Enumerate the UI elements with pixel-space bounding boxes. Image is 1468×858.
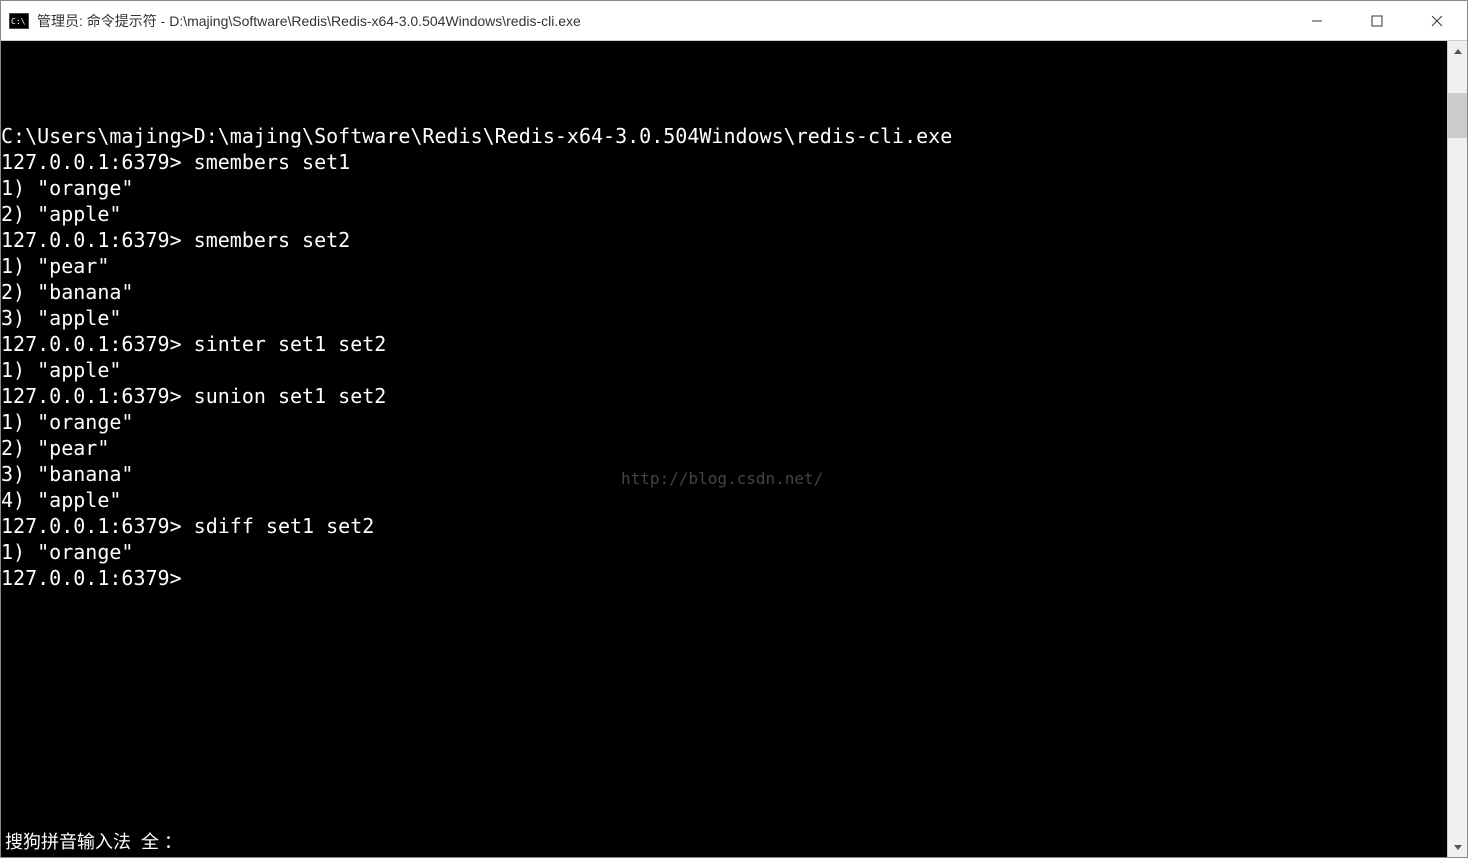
- terminal-line: 127.0.0.1:6379> sunion set1 set2: [1, 383, 1447, 409]
- content-area: C:\Users\majing>D:\majing\Software\Redis…: [1, 41, 1467, 857]
- close-button[interactable]: [1407, 1, 1467, 40]
- titlebar[interactable]: C:\ 管理员: 命令提示符 - D:\majing\Software\Redi…: [1, 1, 1467, 41]
- terminal-line: 1) "pear": [1, 253, 1447, 279]
- terminal-line: C:\Users\majing>D:\majing\Software\Redis…: [1, 123, 1447, 149]
- command-prompt-window: C:\ 管理员: 命令提示符 - D:\majing\Software\Redi…: [0, 0, 1468, 858]
- scroll-up-arrow-icon[interactable]: [1448, 41, 1467, 61]
- terminal-line: 2) "pear": [1, 435, 1447, 461]
- svg-text:C:\: C:\: [11, 17, 26, 26]
- minimize-button[interactable]: [1287, 1, 1347, 40]
- maximize-button[interactable]: [1347, 1, 1407, 40]
- titlebar-controls: [1287, 1, 1467, 40]
- terminal-line: 1) "apple": [1, 357, 1447, 383]
- terminal-line: 127.0.0.1:6379> sinter set1 set2: [1, 331, 1447, 357]
- terminal-line: 1) "orange": [1, 175, 1447, 201]
- terminal-line: 2) "banana": [1, 279, 1447, 305]
- vertical-scrollbar[interactable]: [1447, 41, 1467, 857]
- titlebar-text: 管理员: 命令提示符 - D:\majing\Software\Redis\Re…: [37, 11, 1287, 31]
- terminal-line: 127.0.0.1:6379> sdiff set1 set2: [1, 513, 1447, 539]
- terminal-line: 1) "orange": [1, 409, 1447, 435]
- scroll-down-arrow-icon[interactable]: [1448, 837, 1467, 857]
- ime-status-bar: 搜狗拼音输入法 全 ：: [1, 827, 186, 857]
- scroll-thumb[interactable]: [1448, 93, 1467, 138]
- cmd-icon: C:\: [9, 12, 29, 30]
- terminal-line: 127.0.0.1:6379> smembers set2: [1, 227, 1447, 253]
- terminal-line: 127.0.0.1:6379> smembers set1: [1, 149, 1447, 175]
- terminal-line: 3) "banana": [1, 461, 1447, 487]
- terminal-line: 4) "apple": [1, 487, 1447, 513]
- terminal-line: 3) "apple": [1, 305, 1447, 331]
- terminal-line: 1) "orange": [1, 539, 1447, 565]
- terminal-output[interactable]: C:\Users\majing>D:\majing\Software\Redis…: [1, 41, 1447, 857]
- terminal-line: 127.0.0.1:6379>: [1, 565, 1447, 591]
- terminal-line: 2) "apple": [1, 201, 1447, 227]
